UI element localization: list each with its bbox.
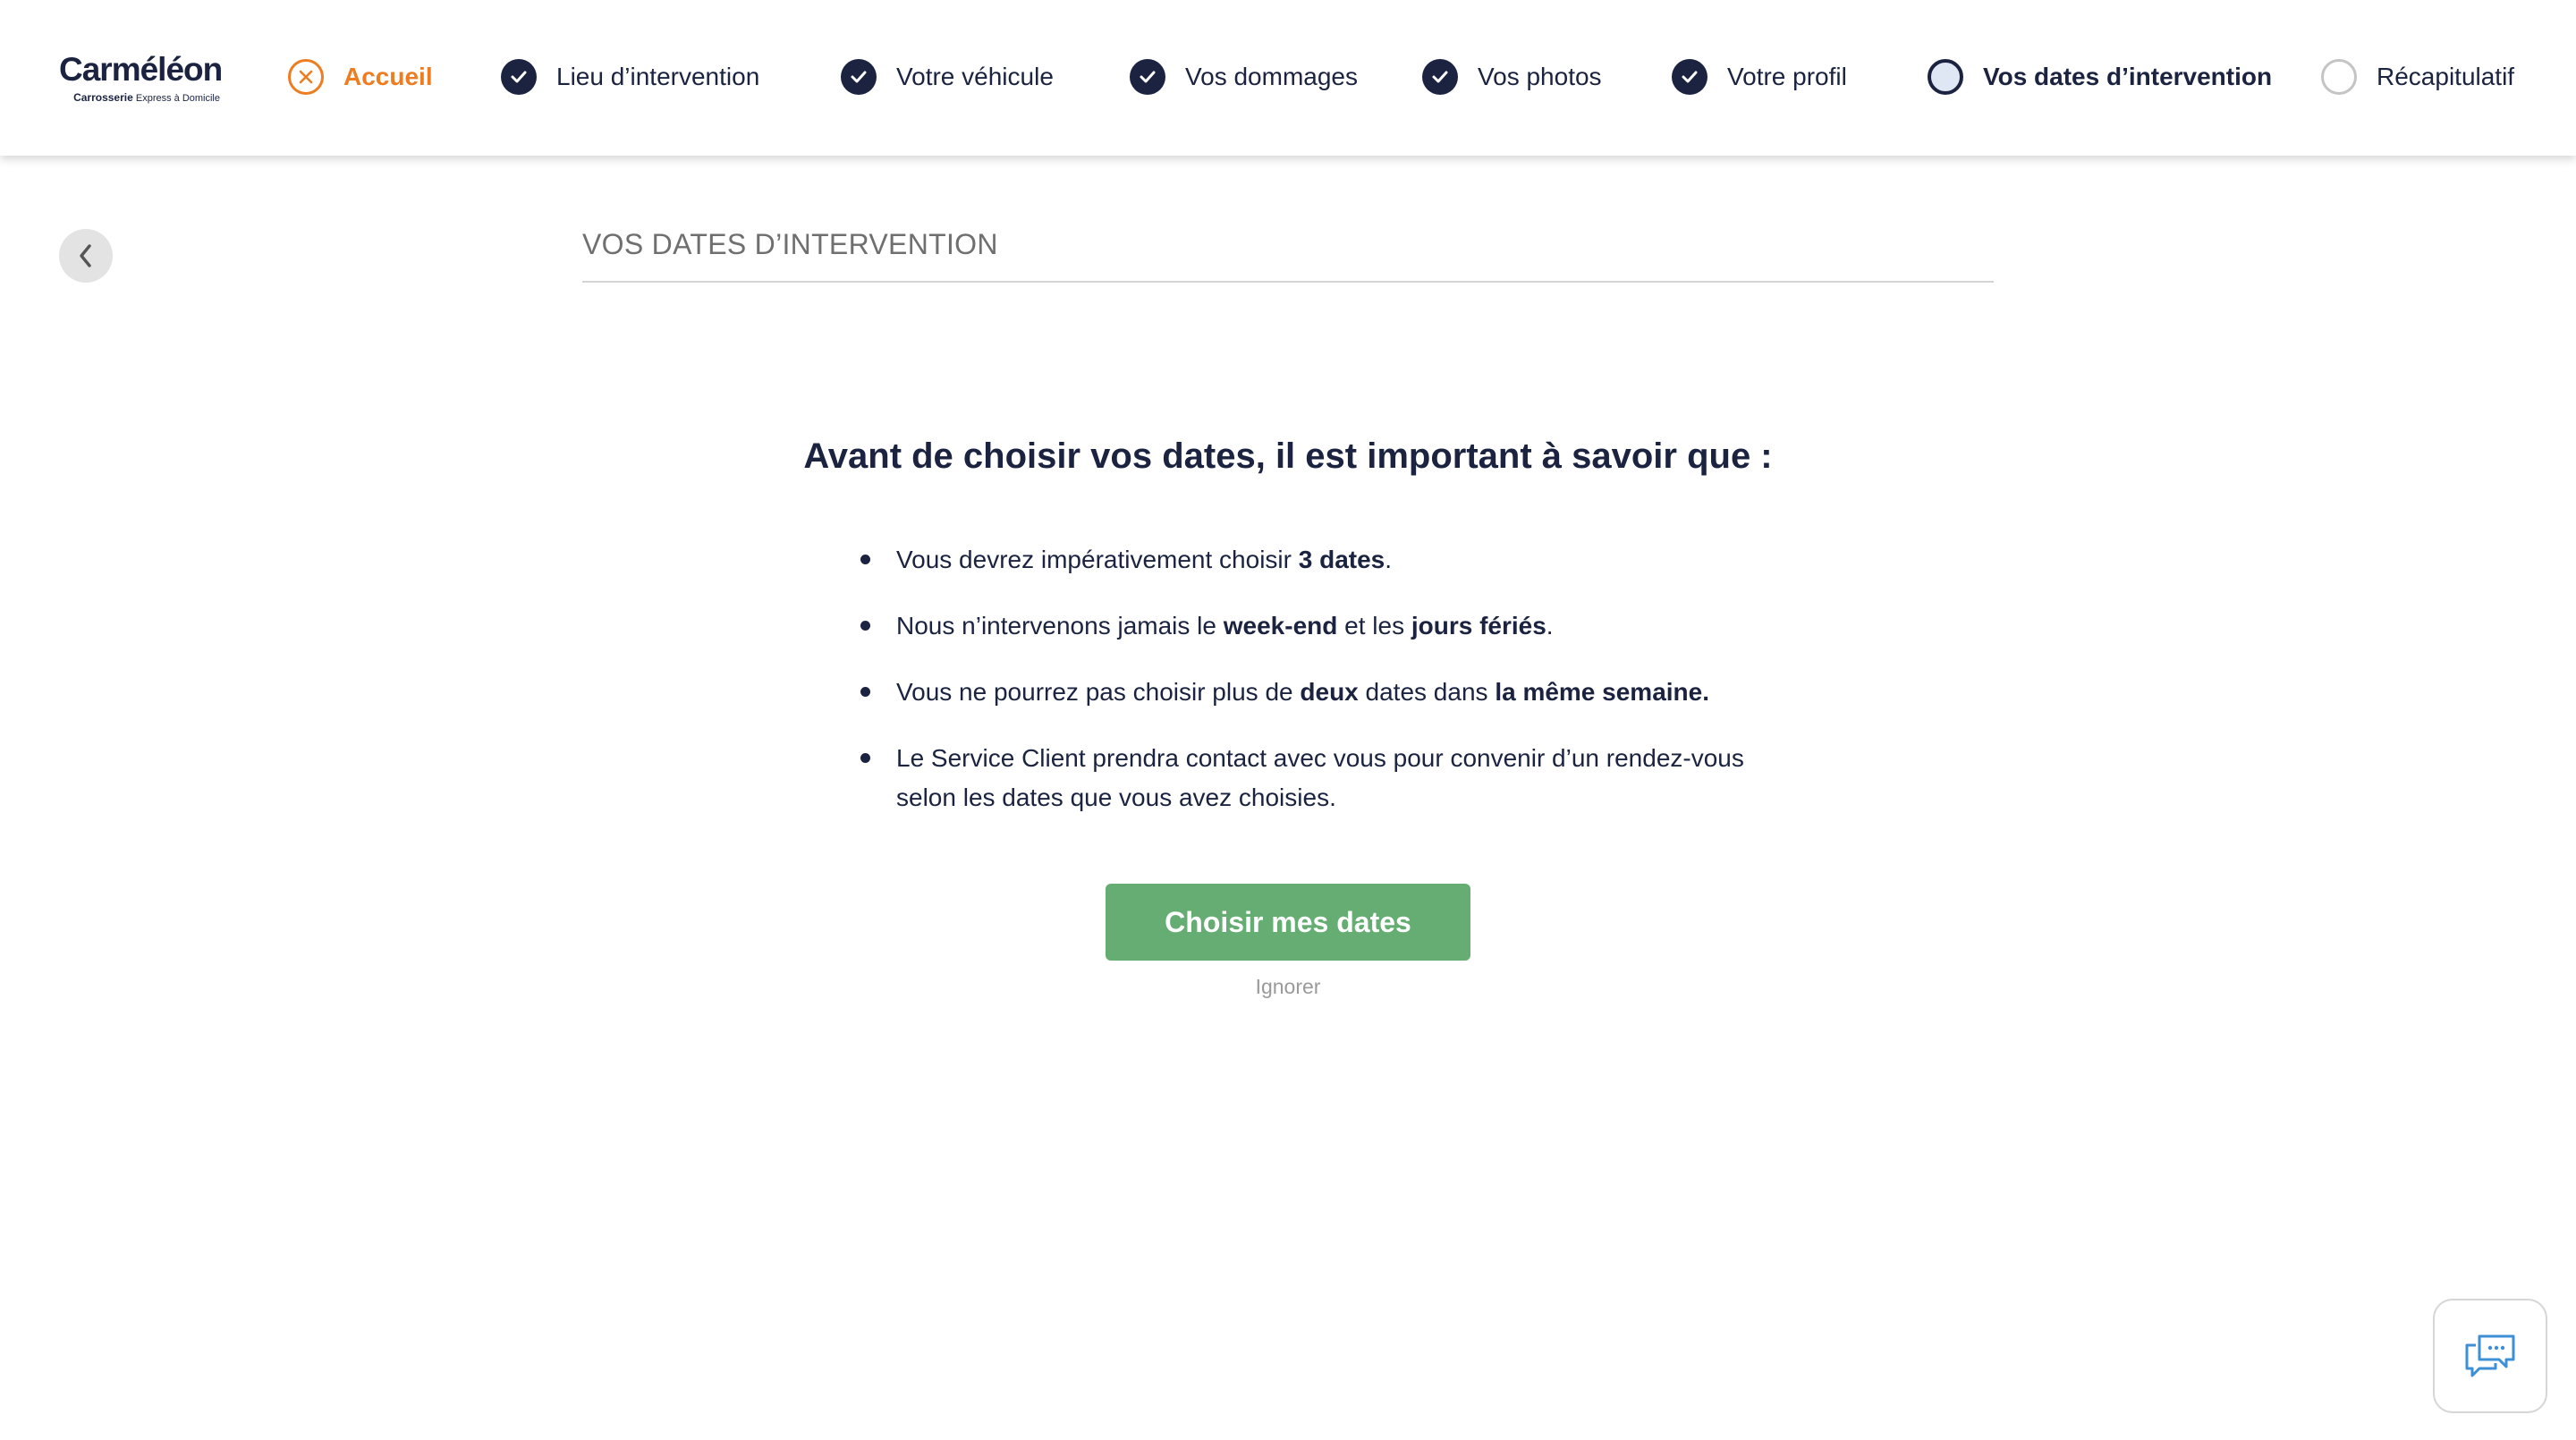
step-recapitulatif[interactable]: Récapitulatif [2321,57,2514,97]
carmeleon-logo[interactable]: Carméléon Carrosserie Express à Domicile [59,48,223,105]
step-label: Vos photos [1478,63,1602,90]
rule-item: Vous devrez impérativement choisir 3 dat… [860,540,1755,580]
check-icon [1672,59,1707,95]
check-icon [1130,59,1165,95]
step-label: Accueil [343,63,433,90]
step-label: Votre véhicule [896,63,1054,90]
chevron-left-icon [76,242,96,269]
check-icon [501,59,537,95]
logo-tagline-rest: Express à Domicile [135,93,220,104]
logo-tagline-bold: Carrosserie [73,91,133,104]
logo-tagline: Carrosserie Express à Domicile [59,91,220,105]
pending-step-icon [2321,59,2357,95]
rule-item: Nous n’intervenons jamais le week-end et… [860,606,1755,646]
step-label: Votre profil [1727,63,1847,90]
step-vos-photos[interactable]: Vos photos [1422,57,1602,97]
close-circle-icon [288,59,324,95]
top-navigation: Carméléon Carrosserie Express à Domicile… [0,0,2576,156]
info-heading: Avant de choisir vos dates, il est impor… [803,436,1773,476]
check-icon [841,59,877,95]
back-button[interactable] [59,229,113,283]
section-title: VOS DATES D’INTERVENTION [582,228,998,260]
section-divider [582,281,1994,283]
step-label: Lieu d’intervention [556,63,760,90]
chat-button[interactable] [2433,1299,2547,1413]
chat-icon [2462,1331,2519,1381]
step-vos-dommages[interactable]: Vos dommages [1130,57,1358,97]
step-label: Vos dates d’intervention [1983,63,2273,90]
step-votre-profil[interactable]: Votre profil [1672,57,1847,97]
step-vos-dates-intervention[interactable]: Vos dates d’intervention [1928,57,2272,97]
rules-list: Vous devrez impérativement choisir 3 dat… [860,540,1755,844]
logo-name: Carméléon [59,51,223,88]
step-votre-vehicule[interactable]: Votre véhicule [841,57,1054,97]
ignore-link[interactable]: Ignorer [1106,975,1470,999]
rule-item: Vous ne pourrez pas choisir plus de deux… [860,673,1755,712]
step-accueil[interactable]: Accueil [288,57,433,97]
check-icon [1422,59,1458,95]
step-label: Vos dommages [1185,63,1358,90]
choose-dates-button[interactable]: Choisir mes dates [1106,884,1470,961]
rule-item: Le Service Client prendra contact avec v… [860,739,1755,817]
step-label: Récapitulatif [2377,63,2515,90]
step-lieu-intervention[interactable]: Lieu d’intervention [501,57,759,97]
current-step-icon [1928,59,1963,95]
